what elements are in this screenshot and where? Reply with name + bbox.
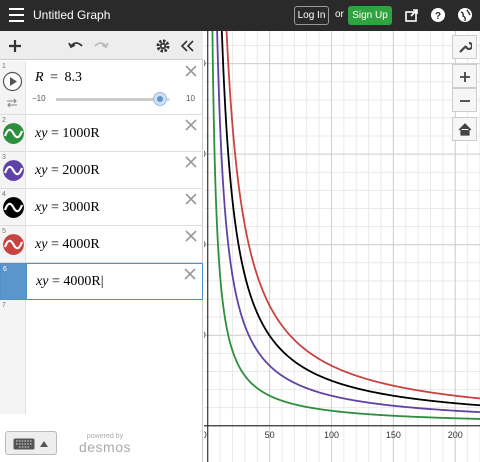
curve-line — [211, 31, 480, 420]
delete-icon[interactable] — [184, 268, 196, 280]
keyboard-icon — [13, 438, 35, 450]
expression-latex[interactable]: xy = 4000R — [35, 237, 100, 253]
graph-canvas[interactable]: 0 50 100 150 200 2000 1500 1000 500 — [186, 31, 480, 462]
zoom-out-button[interactable] — [452, 88, 477, 112]
settings-icon[interactable] — [155, 38, 171, 54]
graph-plot[interactable]: 0 50 100 150 200 2000 1500 1000 500 — [186, 31, 480, 462]
curve-color-icon[interactable] — [3, 197, 24, 218]
x-tick-label: 200 — [448, 430, 463, 440]
expression-gutter: 5 — [0, 226, 26, 262]
expression-gutter: 7 — [0, 300, 26, 414]
x-tick-label: 50 — [265, 430, 275, 440]
expression-toolbar — [0, 31, 203, 60]
caret-up-icon — [40, 441, 48, 447]
graph-settings-button[interactable] — [452, 35, 477, 59]
globe-icon[interactable] — [457, 7, 473, 23]
expression-latex[interactable]: R = 8.3 — [35, 70, 82, 86]
menu-icon[interactable] — [9, 8, 24, 22]
slider-value: 8.3 — [64, 70, 82, 85]
play-icon[interactable] — [2, 71, 23, 92]
y-tick-label: 1500 — [204, 149, 206, 159]
powered-by-desmos[interactable]: powered by desmos — [74, 433, 136, 454]
expression-number: 4 — [2, 191, 6, 198]
expression-gutter: 2 — [0, 115, 26, 151]
expression-latex[interactable]: xy = 2000R — [35, 163, 100, 179]
help-icon[interactable]: ? — [430, 7, 446, 23]
expression-panel: 1 R = 8.3 −10 10 2 xy = 1000R 3 xy = 200… — [0, 31, 203, 462]
expression-gutter: 3 — [0, 152, 26, 188]
undo-icon[interactable] — [68, 38, 84, 54]
zoom-in-button[interactable] — [452, 64, 477, 88]
zoom-out-icon — [460, 100, 470, 102]
x-tick-label: 0 — [204, 430, 207, 440]
expression-row-slider[interactable]: 1 R = 8.3 −10 10 — [0, 61, 203, 115]
desmos-logo: desmos — [78, 439, 132, 455]
curve-color-icon[interactable] — [3, 160, 24, 181]
expression-latex[interactable]: xy = 1000R — [35, 126, 100, 142]
redo-icon[interactable] — [93, 38, 109, 54]
expression-row[interactable]: 3 xy = 2000R — [0, 152, 203, 189]
slider-thumb[interactable] — [153, 92, 168, 106]
slider-fill — [56, 98, 161, 101]
y-tick-label: 500 — [204, 330, 206, 340]
home-view-button[interactable] — [452, 117, 477, 141]
delete-icon[interactable] — [185, 119, 197, 131]
expression-gutter: 4 — [0, 189, 26, 225]
wrench-icon — [459, 41, 472, 53]
svg-text:?: ? — [435, 11, 441, 22]
expression-number: 1 — [2, 63, 6, 70]
zoom-in-icon — [460, 72, 470, 82]
curve-color-icon[interactable] — [3, 123, 24, 144]
expression-number: 5 — [2, 228, 6, 235]
expression-gutter: 6 — [1, 264, 27, 299]
x-tick-label: 100 — [324, 430, 339, 440]
collapse-panel-icon[interactable] — [179, 38, 195, 54]
curve-line — [220, 31, 480, 407]
expression-row[interactable]: 5 xy = 4000R — [0, 226, 203, 263]
slider-min[interactable]: −10 — [32, 94, 46, 103]
expression-latex[interactable]: xy = 3000R — [35, 200, 100, 216]
expression-number: 3 — [2, 154, 6, 161]
signup-button[interactable]: Sign Up — [348, 6, 392, 25]
expression-number: 6 — [3, 266, 7, 273]
y-tick-label: 1000 — [204, 240, 206, 250]
share-icon[interactable] — [404, 7, 420, 23]
keyboard-toggle-button[interactable] — [5, 431, 57, 455]
add-icon[interactable] — [7, 38, 23, 54]
slider-track[interactable] — [56, 92, 170, 106]
curve-line — [225, 31, 480, 400]
expression-row-active[interactable]: 6 xy = 4000R| — [0, 263, 203, 300]
x-tick-label: 150 — [386, 430, 401, 440]
or-label: or — [335, 9, 344, 20]
slider-max[interactable]: 10 — [186, 94, 195, 103]
curve-color-icon[interactable] — [3, 234, 24, 255]
delete-icon[interactable] — [185, 193, 197, 205]
y-tick-label: 2000 — [204, 59, 206, 69]
expression-row[interactable]: 4 xy = 3000R — [0, 189, 203, 226]
home-icon — [458, 123, 472, 136]
slider-variable: R — [35, 70, 44, 85]
graph-title[interactable]: Untitled Graph — [33, 8, 110, 22]
expression-number: 7 — [2, 302, 6, 309]
expression-row[interactable]: 2 xy = 1000R — [0, 115, 203, 152]
delete-icon[interactable] — [185, 230, 197, 242]
expression-number: 2 — [2, 117, 6, 124]
delete-icon[interactable] — [185, 65, 197, 77]
login-button[interactable]: Log In — [294, 6, 329, 25]
expression-row-empty[interactable]: 7 — [0, 300, 203, 414]
delete-icon[interactable] — [185, 156, 197, 168]
expression-input[interactable]: xy = 4000R| — [36, 274, 104, 290]
app-header: Untitled Graph Log In or Sign Up ? — [0, 0, 480, 31]
loop-icon[interactable] — [5, 97, 19, 109]
curve-line — [216, 31, 480, 414]
expression-gutter: 1 — [0, 61, 26, 114]
